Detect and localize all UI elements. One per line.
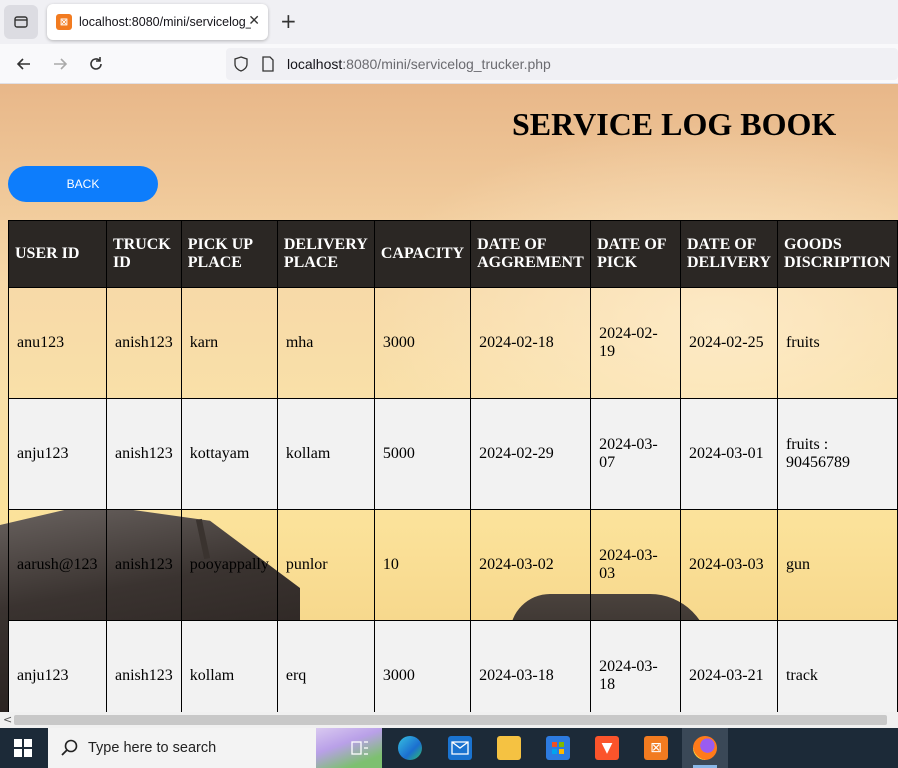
cell-date-delivery: 2024-02-25 <box>679 287 778 399</box>
browser-nav-bar: localhost:8080/mini/servicelog_trucker.p… <box>0 44 898 84</box>
col-header-date-of-pick: DATE OF PICK <box>590 220 681 288</box>
file-explorer-icon[interactable] <box>497 736 521 760</box>
cell-capacity: 3000 <box>373 620 472 712</box>
url-path: :8080/mini/servicelog_trucker.php <box>342 56 551 72</box>
search-placeholder: Type here to search <box>88 740 217 756</box>
cell-delivery-place: punlor <box>276 509 375 621</box>
cell-date-pick: 2024-03-03 <box>590 509 681 621</box>
tab-overview-button[interactable] <box>4 5 38 39</box>
col-header-user-id: USER ID <box>8 220 107 288</box>
table-row: anju123 anish123 kollam erq 3000 2024-03… <box>8 620 898 712</box>
cell-delivery-place: kollam <box>276 398 375 510</box>
cell-date-agreement: 2024-03-02 <box>470 509 592 621</box>
col-header-capacity: CAPACITY <box>373 220 472 288</box>
cell-date-delivery: 2024-03-21 <box>679 620 778 712</box>
cell-date-pick: 2024-02-19 <box>590 287 681 399</box>
cell-date-delivery: 2024-03-03 <box>679 509 778 621</box>
cell-truck-id: anish123 <box>105 620 182 712</box>
brave-browser-icon[interactable]: ▼ <box>595 736 619 760</box>
table-row: anju123 anish123 kottayam kollam 5000 20… <box>8 398 898 510</box>
cell-delivery-place: mha <box>276 287 375 399</box>
task-view-icon[interactable] <box>348 736 372 760</box>
cell-delivery-place: erq <box>276 620 375 712</box>
reload-icon[interactable] <box>84 52 108 76</box>
cell-user-id: anju123 <box>8 398 107 510</box>
close-tab-icon[interactable]: ✕ <box>248 13 260 29</box>
cell-date-pick: 2024-03-18 <box>590 620 681 712</box>
mail-icon[interactable] <box>448 736 472 760</box>
cell-truck-id: anish123 <box>105 398 182 510</box>
search-icon <box>61 739 78 756</box>
browser-tab-active[interactable]: ⊠ localhost:8080/mini/servicelog_ ✕ <box>47 4 268 40</box>
page-title: SERVICE LOG BOOK <box>512 106 837 142</box>
table-header-row: USER ID TRUCK ID PICK UP PLACE DELIVERY PLA… <box>8 220 898 288</box>
microsoft-store-icon[interactable] <box>546 736 570 760</box>
cell-user-id: aarush@123 <box>8 509 107 621</box>
cell-date-delivery: 2024-03-01 <box>679 398 778 510</box>
col-header-date-of-agreement: DATE OF AGGREMENT <box>470 220 592 288</box>
scroll-left-arrow-icon[interactable]: < <box>3 713 12 726</box>
cell-capacity: 10 <box>373 509 472 621</box>
cell-date-pick: 2024-03-07 <box>590 398 681 510</box>
scrollbar-thumb[interactable] <box>14 715 887 725</box>
cell-pickup-place: karn <box>180 287 278 399</box>
page-content: SERVICE LOG BOOK BACK USER ID TRUCK ID PI… <box>0 84 898 712</box>
shield-icon[interactable] <box>233 56 249 72</box>
table-row: anu123 anish123 karn mha 3000 2024-02-18… <box>8 287 898 399</box>
windows-start-icon[interactable] <box>14 739 32 757</box>
url-host: localhost <box>287 56 343 72</box>
horizontal-scrollbar[interactable]: < <box>0 712 898 728</box>
cell-capacity: 3000 <box>373 287 472 399</box>
table-row: aarush@123 anish123 pooyappally punlor 1… <box>8 509 898 621</box>
cell-goods: gun <box>776 509 898 621</box>
address-bar[interactable]: localhost:8080/mini/servicelog_trucker.p… <box>226 48 898 80</box>
col-header-truck-id: TRUCK ID <box>105 220 182 288</box>
cell-truck-id: anish123 <box>105 509 182 621</box>
cell-user-id: anu123 <box>8 287 107 399</box>
edge-browser-icon[interactable] <box>398 736 422 760</box>
cell-date-agreement: 2024-02-29 <box>470 398 592 510</box>
col-header-goods-description: GOODS DISCRIPTION <box>776 220 898 288</box>
tab-overview-icon <box>14 16 28 28</box>
page-info-icon[interactable] <box>261 56 275 72</box>
xampp-favicon-icon: ⊠ <box>56 14 72 30</box>
forward-arrow-icon[interactable] <box>48 52 72 76</box>
cell-pickup-place: kollam <box>180 620 278 712</box>
new-tab-button[interactable]: + <box>280 10 297 32</box>
windows-taskbar: Type here to search ▼ ⊠ <box>0 728 898 768</box>
service-log-table: USER ID TRUCK ID PICK UP PLACE DELIVERY PLA… <box>8 220 898 712</box>
taskbar-search-box[interactable]: Type here to search <box>48 728 382 768</box>
cell-goods: fruits : 90456789 <box>776 398 898 510</box>
col-header-delivery-place: DELIVERY PLACE <box>276 220 375 288</box>
browser-tab-bar: ⊠ localhost:8080/mini/servicelog_ ✕ + <box>0 0 898 44</box>
firefox-icon[interactable] <box>693 736 717 760</box>
cell-user-id: anju123 <box>8 620 107 712</box>
xampp-icon[interactable]: ⊠ <box>644 736 668 760</box>
back-arrow-icon[interactable] <box>12 52 36 76</box>
cell-pickup-place: kottayam <box>180 398 278 510</box>
cell-pickup-place: pooyappally <box>180 509 278 621</box>
cell-capacity: 5000 <box>373 398 472 510</box>
tab-title: localhost:8080/mini/servicelog_ <box>79 15 251 29</box>
col-header-pickup-place: PICK UP PLACE <box>180 220 278 288</box>
col-header-date-of-delivery: DATE OF DELIVERY <box>679 220 778 288</box>
cell-truck-id: anish123 <box>105 287 182 399</box>
cell-goods: track <box>776 620 898 712</box>
cell-date-agreement: 2024-02-18 <box>470 287 592 399</box>
url-text[interactable]: localhost:8080/mini/servicelog_trucker.p… <box>287 56 551 72</box>
cell-date-agreement: 2024-03-18 <box>470 620 592 712</box>
back-button[interactable]: BACK <box>8 166 158 202</box>
cell-goods: fruits <box>776 287 898 399</box>
